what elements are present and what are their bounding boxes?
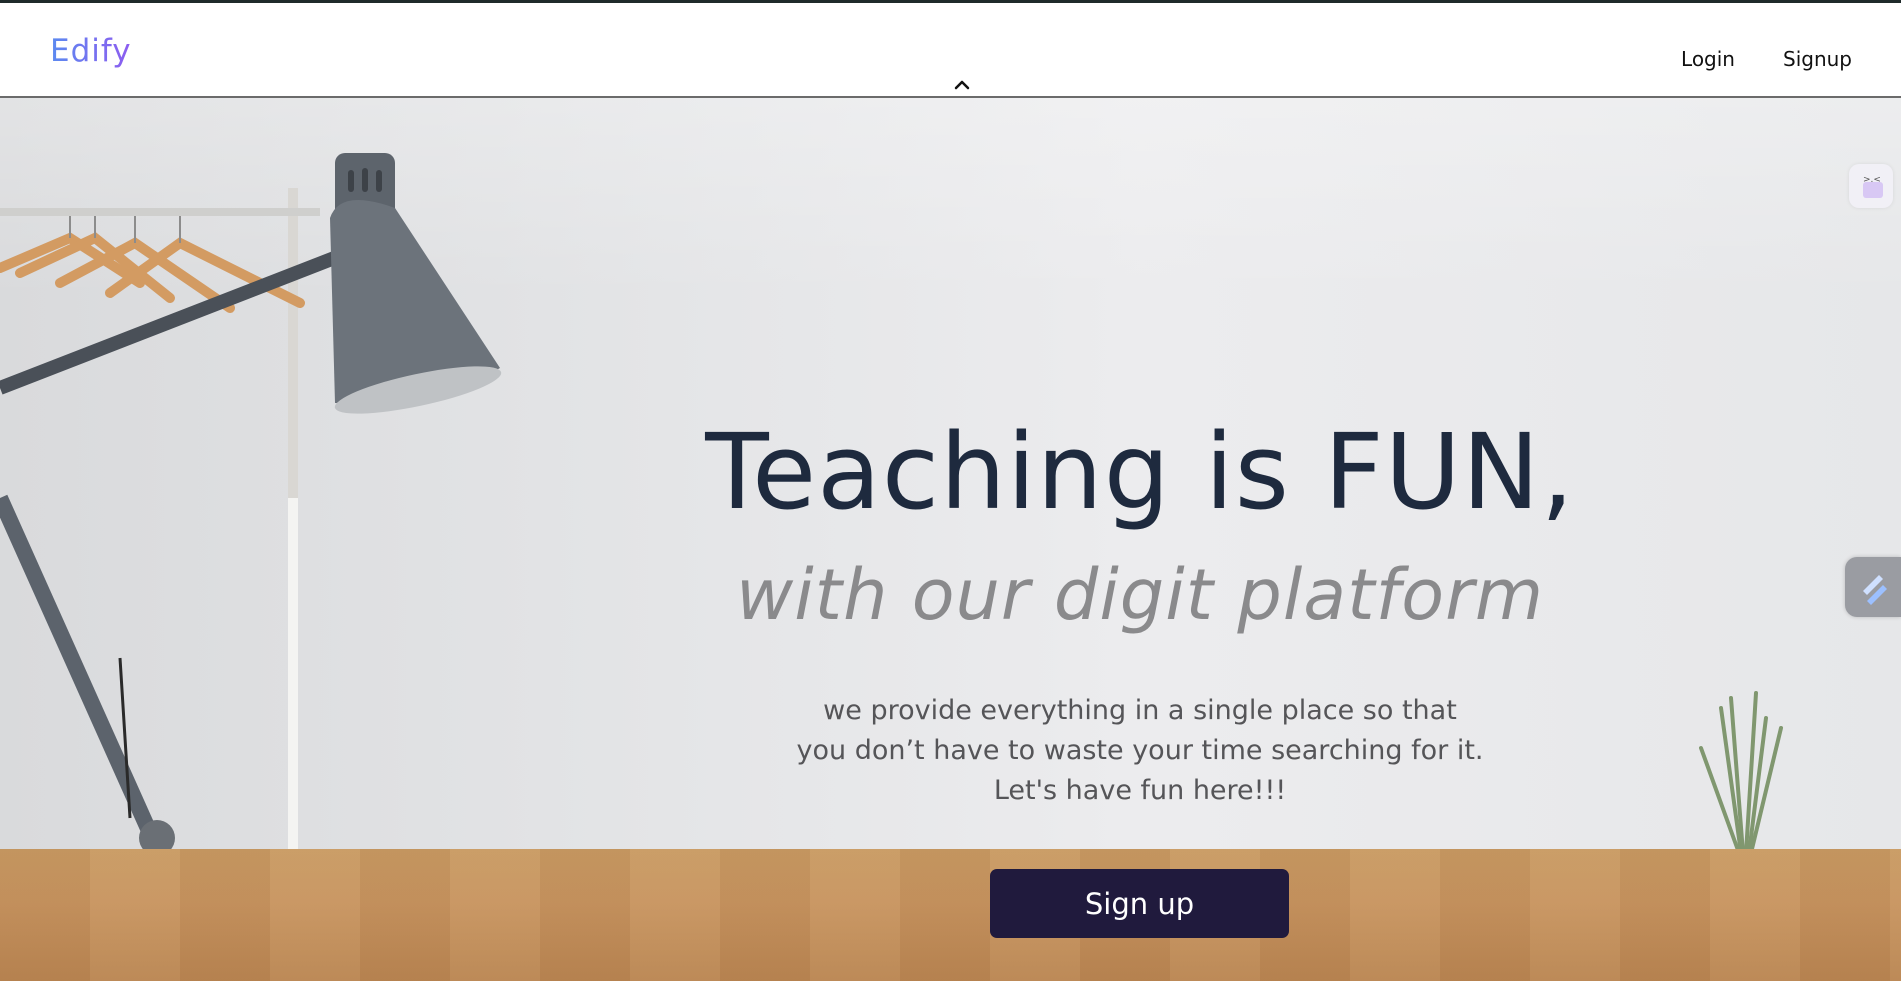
signup-cta-button[interactable]: Sign up [990,869,1289,938]
login-link[interactable]: Login [1681,47,1735,71]
desk-surface [0,849,1901,981]
hero-section: Teaching is FUN, with our digit platform… [0,98,1901,981]
hero-subheadline: with our digit platform [735,554,1545,636]
hero-description: we provide everything in a single place … [0,691,1901,811]
face-icon[interactable]: >.< [1849,164,1893,208]
hero-headline: Teaching is FUN, [705,411,1575,533]
chevron-up-icon[interactable] [952,76,972,94]
brand-logo[interactable]: Edify [50,33,132,69]
svg-text:>.<: >.< [1863,175,1881,185]
navbar: Edify Login Signup [0,3,1901,98]
lightning-icon[interactable] [1845,557,1901,617]
signup-link[interactable]: Signup [1783,47,1852,71]
hero-description-line: Let's have fun here!!! [993,775,1287,806]
hero-description-line: we provide everything in a single place … [823,695,1457,726]
hero-description-line: you don’t have to waste your time search… [796,735,1484,766]
nav-links: Login Signup [1681,47,1852,71]
